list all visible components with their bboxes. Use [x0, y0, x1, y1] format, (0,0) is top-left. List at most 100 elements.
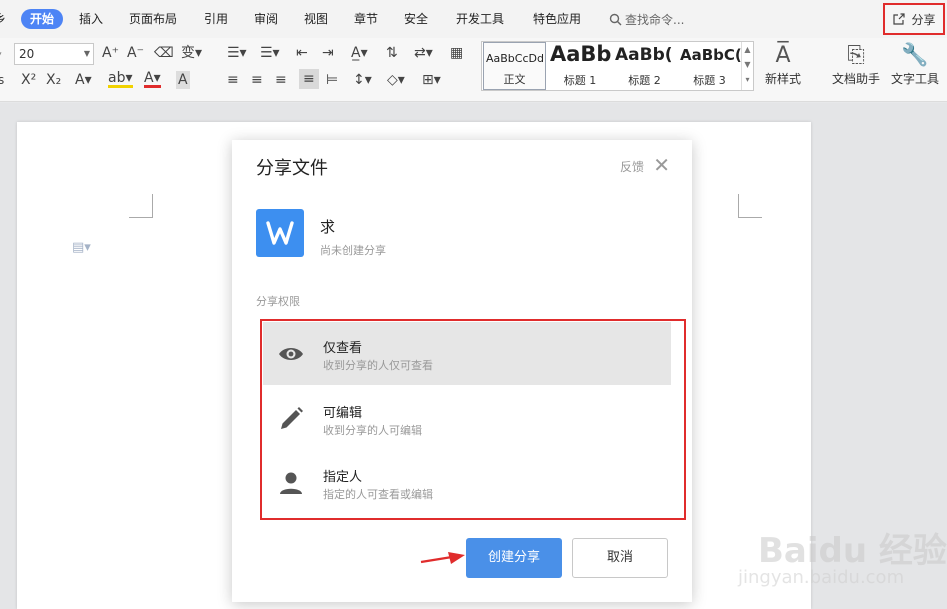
align-justify-icon[interactable]: ≡ [299, 69, 319, 89]
file-name: 求 [320, 218, 336, 236]
borders-icon[interactable]: ⊞▾ [422, 71, 441, 89]
table-layout-icon[interactable]: ▦ [450, 44, 463, 62]
highlight-color-icon[interactable]: ab▾ [108, 71, 133, 88]
line-spacing-icon[interactable]: ⇄▾ [414, 44, 433, 62]
margin-corner-mark [738, 194, 762, 218]
tab-security[interactable]: 安全 [404, 11, 428, 27]
decrease-indent-icon[interactable]: ⇤ [296, 44, 308, 62]
watermark-sub: jingyan.baidu.com [738, 567, 905, 588]
option-view-only[interactable]: 仅查看 收到分享的人仅可查看 [263, 322, 671, 385]
text-tools-button[interactable]: 🔧 文字工具 [891, 42, 939, 87]
shading-fill-icon[interactable]: ◇▾ [387, 71, 405, 89]
create-share-button[interactable]: 创建分享 [466, 538, 562, 578]
wrench-icon: 🔧 [901, 43, 929, 68]
option-title: 可编辑 [323, 406, 363, 421]
option-title: 指定人 [323, 470, 363, 485]
option-desc: 收到分享的人仅可查看 [323, 359, 433, 372]
command-search[interactable]: 查找命令... [609, 10, 684, 28]
tab-insert[interactable]: 插入 [79, 11, 103, 27]
style-caption: 标题 3 [693, 74, 726, 87]
style-normal[interactable]: AaBbCcDd 正文 [483, 42, 546, 90]
tab-review[interactable]: 审阅 [254, 11, 278, 27]
option-title: 仅查看 [323, 341, 363, 356]
grow-font-icon[interactable]: A⁺ [102, 44, 119, 62]
margin-corner-mark [129, 194, 153, 218]
tab-section[interactable]: 章节 [354, 11, 378, 27]
font-size-value: 20 [19, 47, 35, 61]
option-desc: 收到分享的人可编辑 [323, 424, 422, 437]
option-desc: 指定的人可查看或编辑 [323, 488, 433, 501]
search-label: 查找命令... [625, 12, 685, 27]
tab-references[interactable]: 引用 [204, 11, 228, 27]
share-button[interactable]: 分享 [883, 3, 945, 35]
paragraph-handle-icon[interactable]: ▤▾ [72, 240, 91, 255]
doc-assistant-icon: ⎘ [847, 43, 865, 68]
tab-special-apps[interactable]: 特色应用 [533, 11, 581, 27]
cancel-button[interactable]: 取消 [572, 538, 668, 578]
shrink-font-icon[interactable]: A⁻ [127, 44, 144, 62]
style-heading-3[interactable]: AaBbC( 标题 3 [678, 42, 741, 90]
tab-page-layout[interactable]: 页面布局 [129, 11, 177, 27]
word-file-icon [256, 209, 304, 257]
doc-assistant-label: 文档助手 [832, 72, 881, 86]
share-label: 分享 [911, 12, 936, 27]
numbered-list-icon[interactable]: ☰▾ [260, 44, 280, 62]
new-style-label: 新样式 [765, 72, 802, 86]
pencil-icon [281, 407, 303, 429]
watermark: Baidu 经验 jingyan.baidu.com [728, 505, 947, 605]
style-sample: AaBbCcDd [486, 52, 544, 65]
style-sample: AaBbC( [680, 46, 741, 64]
tab-view[interactable]: 视图 [304, 11, 328, 27]
bullet-list-icon[interactable]: ☰▾ [227, 44, 247, 62]
eraser-icon[interactable]: ⌫ [154, 44, 174, 62]
share-icon [893, 13, 906, 25]
subscript-icon[interactable]: X₂ [46, 71, 61, 89]
change-case-icon[interactable]: A̲▾ [351, 44, 368, 62]
new-style-button[interactable]: A̅ 新样式 [765, 42, 801, 87]
align-left-icon[interactable]: ≡ [227, 71, 239, 89]
font-size-select[interactable]: 20 ▼ [14, 43, 94, 65]
strikethrough-icon[interactable]: s [0, 71, 4, 89]
close-icon[interactable]: ✕ [653, 154, 670, 176]
sort-icon[interactable]: ⇅ [386, 44, 398, 62]
tab-developer[interactable]: 开发工具 [456, 11, 504, 27]
distributed-align-icon[interactable]: ⊨ [326, 71, 338, 89]
dropdown-arrow-icon[interactable]: ▾ [0, 46, 2, 64]
char-shading-icon[interactable]: A [176, 71, 190, 89]
style-gallery: AaBbCcDd 正文 AaBb 标题 1 AaBb( 标题 2 AaBbC( … [481, 41, 754, 91]
tab-partial[interactable]: 乡 [0, 11, 6, 27]
ribbon-toolbar: ▾ 20 ▼ A⁺ A⁻ ⌫ 变▾ s X² X₂ A▾ ab▾ A▾ A ☰▾… [0, 38, 947, 102]
chevron-down-icon: ▼ [83, 49, 90, 58]
style-caption: 标题 2 [628, 74, 661, 87]
new-style-icon: A̅ [775, 43, 791, 68]
dialog-title: 分享文件 [256, 158, 328, 179]
watermark-main: Baidu 经验 [758, 531, 947, 571]
align-right-icon[interactable]: ≡ [275, 71, 287, 89]
style-gallery-scroll[interactable]: ▲ ▼ ▾ [741, 42, 753, 90]
style-heading-2[interactable]: AaBb( 标题 2 [613, 42, 676, 90]
option-editable[interactable]: 可编辑 收到分享的人可编辑 [263, 387, 671, 450]
feedback-link[interactable]: 反馈 [620, 158, 644, 175]
style-caption: 正文 [503, 73, 526, 86]
menu-bar: 乡 开始 插入 页面布局 引用 审阅 视图 章节 安全 开发工具 特色应用 查找… [0, 0, 947, 38]
style-sample: AaBb [550, 42, 612, 66]
style-sample: AaBb( [615, 45, 673, 65]
superscript-icon[interactable]: X² [21, 71, 36, 89]
permission-label: 分享权限 [256, 295, 300, 308]
style-heading-1[interactable]: AaBb 标题 1 [548, 42, 612, 90]
text-effect-icon[interactable]: A▾ [75, 71, 92, 89]
doc-assistant-button[interactable]: ⎘ 文档助手 [832, 42, 880, 87]
paragraph-spacing-icon[interactable]: ↕▾ [353, 71, 372, 89]
share-dialog: 分享文件 反馈 ✕ 求 尚未创建分享 分享权限 仅查看 收到分享的人仅可查看 可… [232, 140, 692, 602]
option-specified-person[interactable]: 指定人 指定的人可查看或编辑 [263, 451, 671, 514]
align-center-icon[interactable]: ≡ [251, 71, 263, 89]
text-tools-label: 文字工具 [891, 72, 940, 86]
phonetic-guide-icon[interactable]: 变▾ [181, 44, 202, 62]
tab-home[interactable]: 开始 [21, 9, 64, 29]
permission-options: 仅查看 收到分享的人仅可查看 可编辑 收到分享的人可编辑 指定人 指定的人可查看… [260, 319, 686, 520]
increase-indent-icon[interactable]: ⇥ [322, 44, 334, 62]
annotation-arrow-icon [420, 552, 465, 564]
person-icon [280, 472, 302, 494]
font-color-icon[interactable]: A▾ [144, 71, 161, 88]
eye-icon [279, 348, 303, 360]
